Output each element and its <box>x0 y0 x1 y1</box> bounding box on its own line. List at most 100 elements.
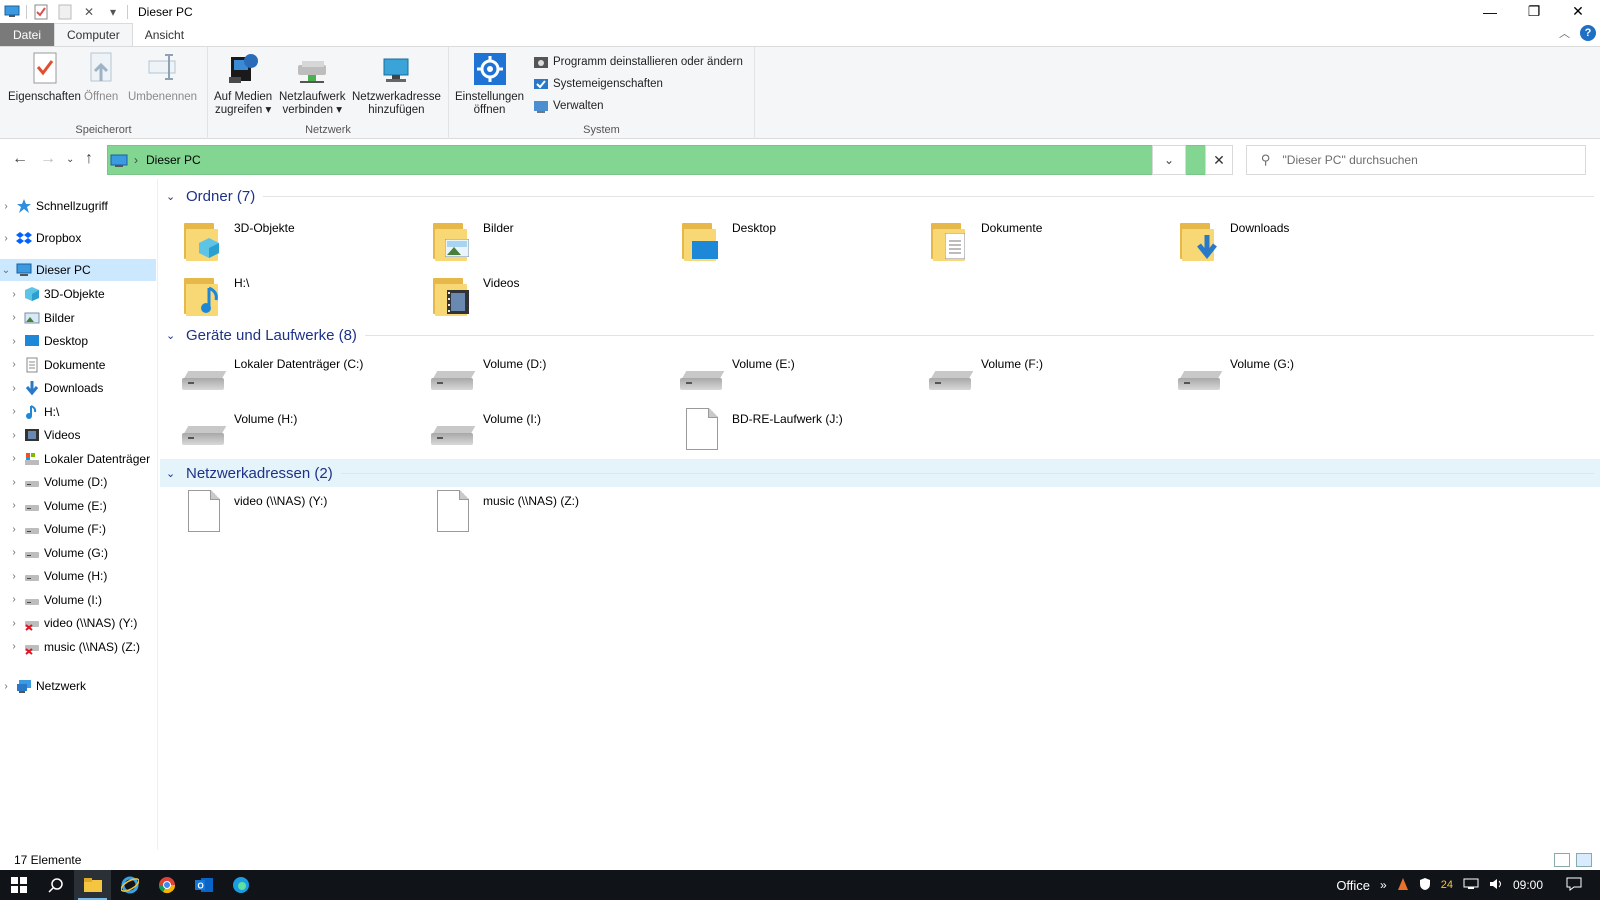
umbenennen-button[interactable]: Umbenennen <box>128 51 197 104</box>
tray-badge[interactable]: 24 <box>1441 879 1453 891</box>
pc-icon[interactable] <box>4 4 20 20</box>
expand-chevron-icon[interactable]: › <box>8 618 20 629</box>
maximize-button[interactable]: ❐ <box>1512 0 1556 23</box>
address-clear-button[interactable]: ✕ <box>1205 145 1233 175</box>
expand-chevron-icon[interactable]: › <box>8 500 20 511</box>
expand-chevron-icon[interactable]: › <box>8 312 20 323</box>
file-explorer-icon[interactable] <box>74 870 111 900</box>
address-history-dropdown[interactable]: ⌄ <box>1152 145 1186 175</box>
breadcrumb-dieser-pc[interactable]: Dieser PC <box>146 153 201 167</box>
collapse-ribbon-icon[interactable]: ︿ <box>1559 25 1570 41</box>
systemeigenschaften-button[interactable]: Systemeigenschaften <box>533 74 663 94</box>
nav-item-child[interactable]: › video (\\NAS) (Y:) <box>0 612 156 634</box>
windows-start-icon[interactable] <box>0 870 37 900</box>
folder-bilder[interactable]: Bilder <box>409 217 649 269</box>
forward-arrow-icon[interactable]: → <box>40 150 56 168</box>
section-netzwerkadressen[interactable]: ⌄ Netzwerkadressen (2) <box>160 459 1600 487</box>
expand-chevron-icon[interactable]: › <box>8 336 20 347</box>
nav-item-dieser-pc[interactable]: ⌄ Dieser PC <box>0 259 156 281</box>
breadcrumb-chevron-icon[interactable]: › <box>134 153 138 167</box>
nav-item-dropbox[interactable]: › Dropbox <box>0 227 156 249</box>
expand-chevron-icon[interactable]: › <box>0 681 12 692</box>
nav-item-child[interactable]: › Volume (D:) <box>0 471 156 493</box>
nav-item-netzwerk[interactable]: › Netzwerk <box>0 675 156 697</box>
drive-bd-re[interactable]: BD-RE-Laufwerk (J:) <box>658 408 898 460</box>
auf-medien-zugreifen-button[interactable]: Auf Medien zugreifen ▾ <box>214 51 272 117</box>
recent-locations-chevron-icon[interactable]: ⌄ <box>66 154 74 165</box>
address-bar[interactable]: › Dieser PC <box>107 145 1233 175</box>
nav-item-child[interactable]: › Volume (E:) <box>0 495 156 517</box>
folder-3d-objekte[interactable]: 3D-Objekte <box>160 217 400 269</box>
network-tray-icon[interactable] <box>1463 878 1479 893</box>
clock[interactable]: 09:00 <box>1513 878 1543 892</box>
section-collapse-icon[interactable]: ⌄ <box>166 190 182 203</box>
nav-item-child[interactable]: › Volume (F:) <box>0 518 156 540</box>
programm-deinstallieren-button[interactable]: Programm deinstallieren oder ändern <box>533 52 743 72</box>
security-shield-icon[interactable] <box>1419 877 1431 894</box>
expand-chevron-icon[interactable]: › <box>8 594 20 605</box>
expand-chevron-icon[interactable]: › <box>8 359 20 370</box>
nav-item-child[interactable]: › H:\ <box>0 401 156 423</box>
folder-h-drive[interactable]: H:\ <box>160 272 400 324</box>
chrome-icon[interactable] <box>148 870 185 900</box>
tab-datei[interactable]: Datei <box>0 23 55 46</box>
details-view-icon[interactable] <box>1554 853 1570 867</box>
expand-chevron-icon[interactable]: › <box>8 571 20 582</box>
nav-item-child[interactable]: › Downloads <box>0 377 156 399</box>
eigenschaften-button[interactable]: Eigenschaften <box>8 51 81 104</box>
nav-item-child[interactable]: › Lokaler Datenträger <box>0 448 156 470</box>
network-location-tile[interactable]: video (\\NAS) (Y:) <box>160 490 400 542</box>
search-input[interactable]: ⚲ "Dieser PC" durchsuchen <box>1246 145 1586 175</box>
section-collapse-icon[interactable]: ⌄ <box>166 329 182 342</box>
nav-item-child[interactable]: › Videos <box>0 424 156 446</box>
einstellungen-oeffnen-button[interactable]: Einstellungen öffnen <box>455 51 524 117</box>
drive-tile[interactable]: Lokaler Datenträger (C:) <box>160 353 400 405</box>
nav-item-child[interactable]: › Desktop <box>0 330 156 352</box>
nav-item-schnellzugriff[interactable]: › Schnellzugriff <box>0 195 156 217</box>
expand-chevron-icon[interactable]: › <box>0 233 12 244</box>
tab-ansicht[interactable]: Ansicht <box>133 23 196 46</box>
new-folder-icon[interactable] <box>57 4 73 20</box>
drive-tile[interactable]: Volume (I:) <box>409 408 649 460</box>
customize-qat-icon[interactable]: ▾ <box>105 4 121 20</box>
drive-tile[interactable]: Volume (E:) <box>658 353 898 405</box>
large-icons-view-icon[interactable] <box>1576 853 1592 867</box>
collapse-chevron-icon[interactable]: ⌄ <box>0 265 12 276</box>
internet-explorer-icon[interactable] <box>111 870 148 900</box>
outlook-icon[interactable]: O <box>185 870 222 900</box>
folder-videos[interactable]: Videos <box>409 272 649 324</box>
nav-item-child[interactable]: › Volume (H:) <box>0 565 156 587</box>
section-ordner[interactable]: ⌄ Ordner (7) <box>160 182 1600 210</box>
nav-item-child[interactable]: › music (\\NAS) (Z:) <box>0 636 156 658</box>
nav-item-child[interactable]: › 3D-Objekte <box>0 283 156 305</box>
netzwerkadresse-hinzufuegen-button[interactable]: Netzwerkadresse hinzufügen <box>352 51 441 117</box>
folder-downloads[interactable]: Downloads <box>1156 217 1396 269</box>
expand-chevron-icon[interactable]: › <box>8 641 20 652</box>
verwalten-button[interactable]: Verwalten <box>533 96 604 116</box>
oeffnen-button[interactable]: Öffnen <box>84 51 118 104</box>
folder-dokumente[interactable]: Dokumente <box>907 217 1147 269</box>
expand-chevron-icon[interactable]: › <box>8 547 20 558</box>
drive-tile[interactable]: Volume (H:) <box>160 408 400 460</box>
drive-tile[interactable]: Volume (G:) <box>1156 353 1396 405</box>
expand-chevron-icon[interactable]: › <box>8 453 20 464</box>
expand-chevron-icon[interactable]: › <box>8 406 20 417</box>
network-location-tile[interactable]: music (\\NAS) (Z:) <box>409 490 649 542</box>
expand-chevron-icon[interactable]: › <box>8 383 20 394</box>
folder-desktop[interactable]: Desktop <box>658 217 898 269</box>
nav-item-child[interactable]: › Volume (I:) <box>0 589 156 611</box>
section-geraete[interactable]: ⌄ Geräte und Laufwerke (8) <box>160 321 1600 349</box>
volume-icon[interactable] <box>1489 878 1503 893</box>
drive-tile[interactable]: Volume (F:) <box>907 353 1147 405</box>
section-collapse-icon[interactable]: ⌄ <box>166 467 182 480</box>
expand-chevron-icon[interactable]: › <box>8 430 20 441</box>
delete-icon[interactable]: ✕ <box>81 4 97 20</box>
up-arrow-icon[interactable]: ↑ <box>85 150 93 168</box>
expand-chevron-icon[interactable]: › <box>0 201 12 212</box>
properties-icon[interactable] <box>33 4 49 20</box>
drive-tile[interactable]: Volume (D:) <box>409 353 649 405</box>
minimize-button[interactable]: — <box>1468 0 1512 23</box>
edge-icon[interactable] <box>222 870 259 900</box>
search-icon[interactable] <box>37 870 74 900</box>
tray-overflow-chevron[interactable]: » <box>1380 878 1387 892</box>
